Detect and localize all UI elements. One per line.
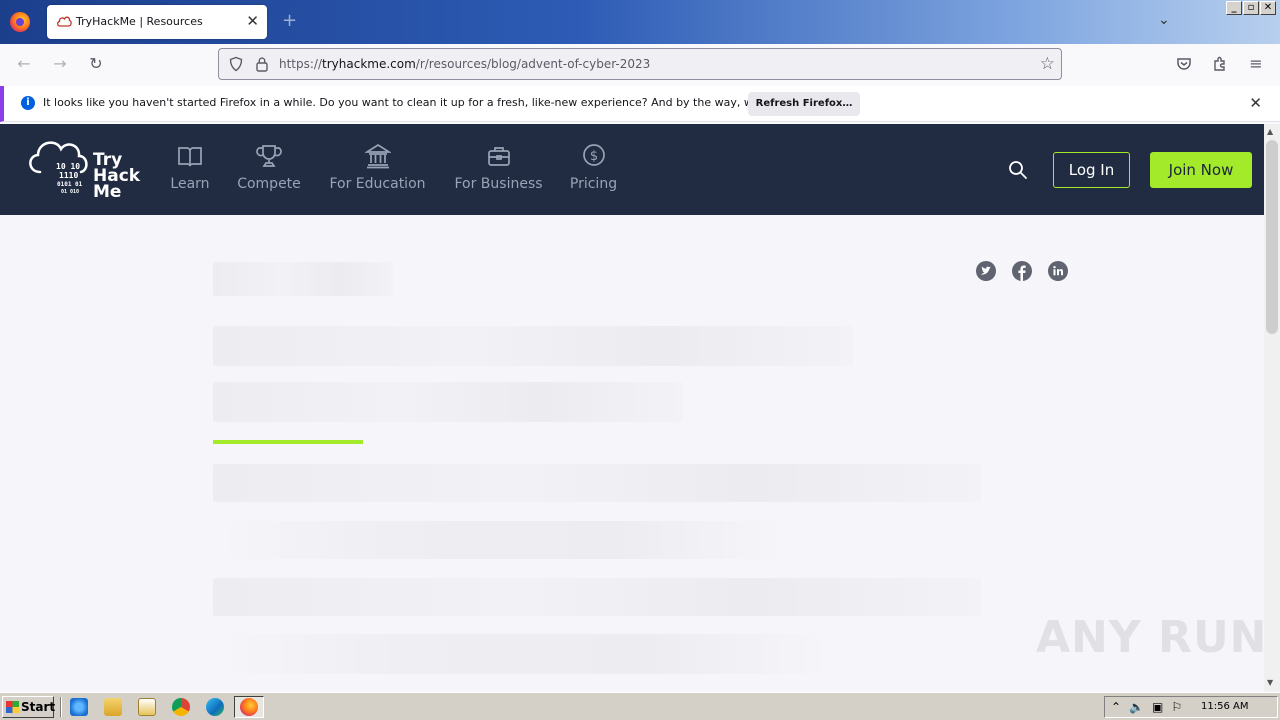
hamburger-menu-icon[interactable]: ≡ <box>1246 54 1266 74</box>
cloud-logo-icon: 10 10 1110 0101 01 01 010 <box>29 141 88 195</box>
linkedin-share-icon[interactable] <box>1048 261 1068 281</box>
institution-icon <box>364 143 391 169</box>
title-accent-underline <box>213 440 363 444</box>
maximize-button[interactable]: ▫ <box>1243 1 1259 15</box>
tryhackme-logo[interactable]: 10 10 1110 0101 01 01 010 Try Hack Me <box>26 136 146 204</box>
anyrun-watermark: ANY RUN <box>1036 612 1268 663</box>
skeleton-paragraph-1 <box>213 464 981 502</box>
url-bar[interactable]: https://tryhackme.com/r/resources/blog/a… <box>218 48 1062 80</box>
search-icon[interactable] <box>1008 160 1028 180</box>
menu-label-learn: Learn <box>170 176 210 192</box>
tab-title: TryHackMe | Resources <box>76 15 203 28</box>
window-controls: _ ▫ ✕ <box>1226 1 1276 15</box>
media-player-icon[interactable] <box>138 698 156 716</box>
facebook-share-icon[interactable] <box>1012 261 1032 281</box>
taskbar-firefox-window[interactable] <box>234 696 264 718</box>
firefox-refresh-notification: i It looks like you haven't started Fire… <box>0 86 1280 122</box>
list-all-tabs-icon[interactable]: ⌄ <box>1158 12 1170 28</box>
logo-word-me: Me <box>93 182 122 202</box>
file-explorer-icon[interactable] <box>104 698 122 716</box>
skeleton-title-line-2 <box>213 382 683 422</box>
refresh-firefox-button[interactable]: Refresh Firefox… <box>748 92 860 116</box>
url-path: /r/resources/blog/advent-of-cyber-2023 <box>415 57 651 71</box>
log-in-button[interactable]: Log In <box>1053 152 1130 188</box>
forward-icon[interactable]: → <box>50 54 70 74</box>
pocket-icon[interactable] <box>1174 54 1194 74</box>
firefox-taskbar-icon <box>240 698 258 716</box>
url-host: tryhackme.com <box>322 57 416 71</box>
svg-text:1110: 1110 <box>59 171 78 180</box>
menu-item-for-business[interactable]: For Business <box>453 142 544 192</box>
back-icon[interactable]: ← <box>14 54 34 74</box>
tray-clock: 11:56 AM <box>1201 701 1249 712</box>
page-viewport: 10 10 1110 0101 01 01 010 Try Hack Me Le… <box>0 124 1264 692</box>
url-text: https://tryhackme.com/r/resources/blog/a… <box>279 57 650 71</box>
system-tray: ⌃🔈▣⚐ 11:56 AM <box>1104 696 1278 718</box>
skeleton-paragraph-4 <box>213 634 833 674</box>
svg-text:10 10: 10 10 <box>56 162 80 171</box>
navigation-toolbar: ← → ↻ https://tryhackme.com/r/resources/… <box>0 44 1280 84</box>
twitter-share-icon[interactable] <box>976 261 996 281</box>
site-header: 10 10 1110 0101 01 01 010 Try Hack Me Le… <box>0 124 1264 215</box>
start-button[interactable]: Start <box>2 696 56 718</box>
url-scheme: https:// <box>279 57 323 71</box>
join-now-button[interactable]: Join Now <box>1150 152 1252 188</box>
bookmark-star-icon[interactable]: ☆ <box>1040 54 1055 74</box>
skeleton-paragraph-2 <box>213 521 788 559</box>
menu-label-pricing: Pricing <box>569 176 618 192</box>
skeleton-paragraph-3 <box>213 578 981 616</box>
menu-item-for-education[interactable]: For Education <box>327 142 428 192</box>
book-icon <box>178 147 202 167</box>
close-window-button[interactable]: ✕ <box>1260 1 1276 15</box>
trophy-icon <box>256 145 282 167</box>
svg-text:01 010: 01 010 <box>61 189 79 195</box>
notification-message: It looks like you haven't started Firefo… <box>43 96 827 109</box>
vertical-scrollbar[interactable]: ▲ ▼ <box>1264 124 1280 692</box>
chrome-icon[interactable] <box>172 698 190 716</box>
menu-label-compete: Compete <box>237 176 301 192</box>
tab-close-icon[interactable]: ✕ <box>246 12 259 30</box>
windows-flag-icon <box>6 701 19 713</box>
new-tab-icon[interactable]: + <box>282 10 297 31</box>
extensions-icon[interactable] <box>1210 54 1230 74</box>
scroll-down-icon[interactable]: ▼ <box>1267 678 1273 687</box>
tab-tryhackme[interactable]: TryHackMe | Resources ✕ <box>47 5 267 39</box>
dollar-icon: $ <box>582 144 605 166</box>
firefox-menu-icon[interactable] <box>10 12 30 32</box>
start-label: Start <box>21 700 56 714</box>
svg-text:0101 01: 0101 01 <box>57 181 83 188</box>
svg-text:$: $ <box>589 149 597 164</box>
scroll-up-icon[interactable]: ▲ <box>1267 127 1273 136</box>
tray-icons[interactable]: ⌃🔈▣⚐ <box>1111 700 1190 714</box>
tryhackme-favicon-icon <box>57 16 72 27</box>
skeleton-title-line-1 <box>213 326 853 366</box>
menu-label-for-education: For Education <box>329 176 426 192</box>
scrollbar-thumb[interactable] <box>1266 140 1278 334</box>
briefcase-icon <box>487 147 510 166</box>
internet-explorer-icon[interactable] <box>70 698 88 716</box>
menu-label-for-business: For Business <box>454 176 543 192</box>
menu-item-pricing[interactable]: $ Pricing <box>569 142 618 192</box>
lock-icon[interactable] <box>255 56 269 72</box>
tracking-protection-shield-icon[interactable] <box>228 56 244 72</box>
skeleton-breadcrumb <box>213 262 393 296</box>
taskbar-separator <box>60 697 62 717</box>
info-icon: i <box>21 96 35 110</box>
reload-icon[interactable]: ↻ <box>86 54 106 74</box>
edge-icon[interactable] <box>206 698 224 716</box>
taskbar: Start ⌃🔈▣⚐ 11:56 AM <box>0 692 1280 720</box>
minimize-button[interactable]: _ <box>1226 1 1242 15</box>
menu-item-compete[interactable]: Compete <box>236 142 302 192</box>
tab-strip: TryHackMe | Resources ✕ + ⌄ _ ▫ ✕ <box>0 0 1280 44</box>
notification-close-icon[interactable]: ✕ <box>1249 94 1262 112</box>
menu-item-learn[interactable]: Learn <box>169 142 211 192</box>
logo-wordmark: Try Hack Me <box>93 152 140 202</box>
